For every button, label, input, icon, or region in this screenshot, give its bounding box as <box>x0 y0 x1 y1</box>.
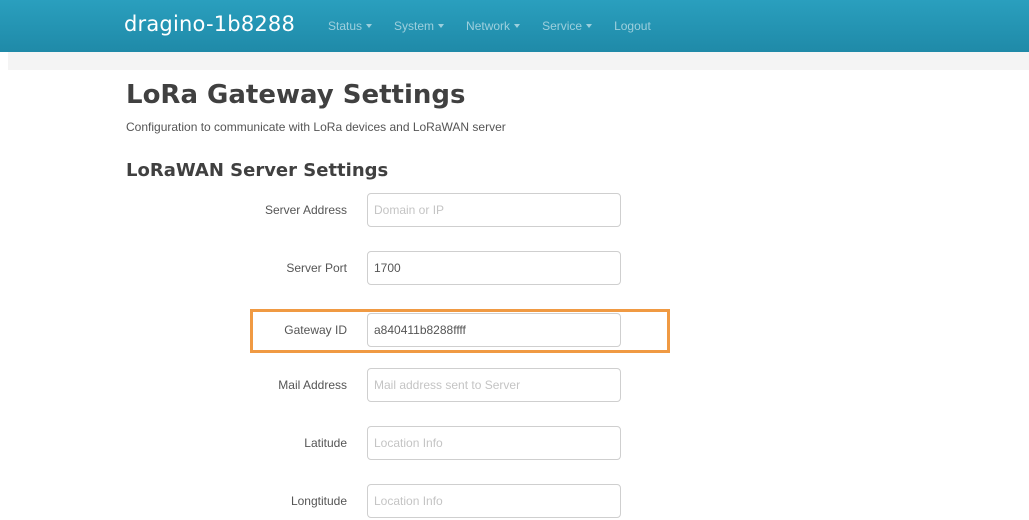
top-navbar: dragino-1b8288 Status System Network Ser… <box>0 0 1029 52</box>
header-divider-strip <box>8 52 1029 70</box>
server-port-label: Server Port <box>286 261 347 275</box>
chevron-down-icon <box>514 24 521 28</box>
section-title: LoRaWAN Server Settings <box>126 160 389 181</box>
chevron-down-icon <box>586 24 593 28</box>
nav-menu: Status System Network Service Logout <box>328 0 673 52</box>
server-address-input[interactable] <box>367 193 621 227</box>
form-row-server-address: Server Address <box>0 193 1029 229</box>
gateway-id-input[interactable] <box>367 313 621 347</box>
form-row-mail-address: Mail Address <box>0 368 1029 404</box>
latitude-input[interactable] <box>367 426 621 460</box>
mail-address-input[interactable] <box>367 368 621 402</box>
nav-network-label: Network <box>466 19 511 33</box>
page-title: LoRa Gateway Settings <box>126 80 466 110</box>
chevron-down-icon <box>438 24 445 28</box>
nav-system-menu[interactable]: System <box>394 19 445 33</box>
latitude-label: Latitude <box>304 436 347 450</box>
nav-network-menu[interactable]: Network <box>466 19 521 33</box>
nav-service-menu[interactable]: Service <box>542 19 593 33</box>
page-description: Configuration to communicate with LoRa d… <box>126 120 506 134</box>
longitude-input[interactable] <box>367 484 621 518</box>
nav-logout-link[interactable]: Logout <box>614 19 651 33</box>
nav-status-label: Status <box>328 19 363 33</box>
gateway-id-label: Gateway ID <box>284 323 347 337</box>
nav-system-label: System <box>394 19 435 33</box>
nav-logout-label: Logout <box>614 19 651 33</box>
longitude-label: Longtitude <box>290 494 347 508</box>
server-address-label: Server Address <box>264 203 347 217</box>
mail-address-label: Mail Address <box>278 378 347 392</box>
form-row-gateway-id: Gateway ID <box>0 313 1029 349</box>
brand-title[interactable]: dragino-1b8288 <box>124 12 295 36</box>
chevron-down-icon <box>366 24 373 28</box>
form-row-latitude: Latitude <box>0 426 1029 462</box>
nav-status-menu[interactable]: Status <box>328 19 373 33</box>
nav-service-label: Service <box>542 19 583 33</box>
form-row-longitude: Longtitude <box>0 484 1029 520</box>
form-row-server-port: Server Port <box>0 251 1029 287</box>
server-port-input[interactable] <box>367 251 621 285</box>
